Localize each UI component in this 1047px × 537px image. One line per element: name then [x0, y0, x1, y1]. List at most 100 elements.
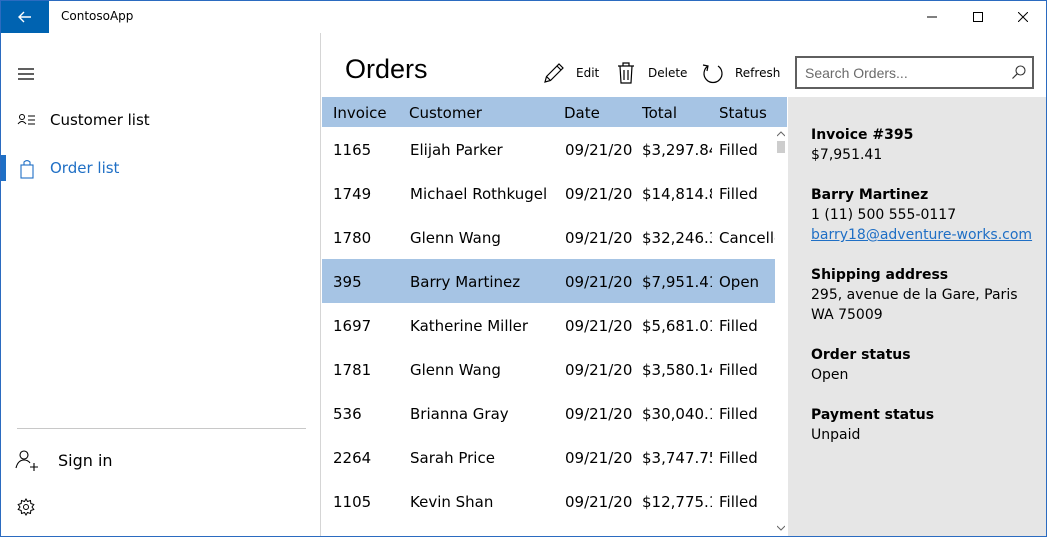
close-icon [1018, 12, 1028, 22]
table-row[interactable]: 1749 Michael Rothkugel 09/21/201 $14,814… [322, 171, 775, 215]
order-status-title: Order status [811, 347, 911, 363]
refresh-label: Refresh [735, 66, 781, 80]
cell-status: Filled [719, 317, 758, 335]
column-header-invoice[interactable]: Invoice [333, 104, 387, 122]
orders-grid-header: Invoice Customer Date Total Status [322, 97, 787, 127]
orders-grid-body: 1165 Elijah Parker 09/21/201 $3,297.84 F… [322, 127, 775, 536]
selection-indicator [1, 155, 6, 181]
cell-status: Cancelled [719, 229, 775, 247]
cell-customer: Glenn Wang [410, 229, 501, 247]
cell-customer: Elijah Parker [410, 141, 503, 159]
cell-date: 09/21/201 [565, 185, 633, 203]
cell-customer: Sarah Price [410, 449, 495, 467]
order-details-panel: Invoice #395 $7,951.41 Barry Martinez 1 … [788, 97, 1046, 536]
minimize-icon [927, 16, 937, 18]
cell-status: Open [719, 273, 760, 291]
delete-label: Delete [648, 66, 688, 80]
column-header-status[interactable]: Status [719, 104, 767, 122]
cell-invoice: 1749 [333, 185, 372, 203]
vertical-scrollbar[interactable] [775, 127, 787, 536]
refresh-icon [701, 61, 725, 85]
cell-invoice: 1781 [333, 361, 372, 379]
gear-icon [17, 498, 35, 516]
customer-phone: 1 (11) 500 555-0117 [811, 207, 957, 223]
nav-item-customer-list[interactable]: Customer list [1, 101, 321, 141]
customer-email-link[interactable]: barry18@adventure-works.com [811, 225, 1032, 245]
minimize-button[interactable] [909, 1, 955, 33]
column-header-date[interactable]: Date [564, 104, 600, 122]
hamburger-menu-button[interactable] [15, 63, 37, 85]
shopping-bag-icon [17, 159, 37, 179]
cell-invoice: 1780 [333, 229, 372, 247]
back-button[interactable] [1, 1, 49, 33]
cell-status: Filled [719, 405, 758, 423]
cell-date: 09/21/201 [565, 493, 633, 511]
nav-divider [17, 428, 306, 429]
cell-invoice: 395 [333, 273, 362, 291]
edit-button[interactable]: Edit [542, 61, 599, 85]
shipping-line-2: WA 75009 [811, 307, 883, 323]
payment-status-value: Unpaid [811, 427, 861, 443]
refresh-button[interactable]: Refresh [701, 61, 780, 85]
cell-date: 09/21/201 [565, 141, 633, 159]
cell-total: $3,580.14 [642, 361, 712, 379]
scroll-down-icon[interactable] [777, 525, 785, 531]
search-input[interactable] [805, 63, 1005, 83]
cell-date: 09/21/201 [565, 273, 633, 291]
settings-button[interactable] [17, 498, 35, 516]
table-row[interactable]: 1105 Kevin Shan 09/21/201 $12,775.15 Fil… [322, 479, 775, 523]
cell-customer: Barry Martinez [410, 273, 521, 291]
cell-invoice: 1165 [333, 141, 372, 159]
customer-name: Barry Martinez [811, 187, 929, 203]
maximize-button[interactable] [955, 1, 1001, 33]
table-row[interactable]: 1697 Katherine Miller 09/21/201 $5,681.0… [322, 303, 775, 347]
cell-total: $3,747.75 [642, 449, 712, 467]
cell-total: $14,814.88 [642, 185, 712, 203]
close-button[interactable] [1000, 1, 1046, 33]
cell-customer: Brianna Gray [410, 405, 509, 423]
cell-date: 09/21/201 [565, 229, 633, 247]
cell-status: Filled [719, 361, 758, 379]
hamburger-icon [18, 68, 34, 80]
cell-status: Filled [719, 185, 758, 203]
navigation-pane: Customer list Order list Sign in [1, 33, 321, 536]
cell-total: $30,040.19 [642, 405, 712, 423]
cell-customer: Glenn Wang [410, 361, 501, 379]
cell-customer: Katherine Miller [410, 317, 529, 335]
sign-in-button[interactable]: Sign in [1, 440, 321, 480]
cell-status: Filled [719, 141, 758, 159]
column-header-total[interactable]: Total [642, 104, 677, 122]
table-row[interactable]: 1780 Glenn Wang 09/21/201 $32,246.39 Can… [322, 215, 775, 259]
cell-status: Filled [719, 449, 758, 467]
scroll-up-icon[interactable] [777, 131, 785, 137]
table-row[interactable]: 1781 Glenn Wang 09/21/201 $3,580.14 Fill… [322, 347, 775, 391]
table-row[interactable]: 536 Brianna Gray 09/21/201 $30,040.19 Fi… [322, 391, 775, 435]
page-title: Orders [345, 54, 428, 84]
column-header-customer[interactable]: Customer [409, 104, 482, 122]
table-row-selected[interactable]: 395 Barry Martinez 09/21/201 $7,951.41 O… [322, 259, 775, 303]
cell-customer: Kevin Shan [410, 493, 494, 511]
cell-date: 09/21/201 [565, 361, 633, 379]
search-box[interactable] [795, 56, 1034, 89]
sign-in-label: Sign in [58, 451, 113, 470]
nav-item-label: Customer list [50, 111, 150, 129]
invoice-total: $7,951.41 [811, 147, 883, 163]
scroll-thumb[interactable] [777, 141, 785, 153]
table-row[interactable]: 2264 Sarah Price 09/21/201 $3,747.75 Fil… [322, 435, 775, 479]
cell-date: 09/21/201 [565, 449, 633, 467]
invoice-section: Invoice #395 $7,951.41 [811, 125, 913, 165]
table-row[interactable]: 1165 Elijah Parker 09/21/201 $3,297.84 F… [322, 127, 775, 171]
cell-total: $12,775.15 [642, 493, 712, 511]
shipping-line-1: 295, avenue de la Gare, Paris [811, 287, 1018, 303]
nav-item-order-list[interactable]: Order list [1, 149, 321, 189]
shipping-title: Shipping address [811, 267, 949, 283]
payment-status-title: Payment status [811, 407, 935, 423]
app-title: ContosoApp [61, 9, 134, 23]
orders-page: Orders Edit Delete Refresh Invoice Custo… [322, 33, 787, 536]
add-person-icon [15, 448, 39, 472]
delete-button[interactable]: Delete [614, 61, 687, 85]
cell-invoice: 1105 [333, 493, 372, 511]
cell-date: 09/21/201 [565, 317, 633, 335]
order-status-value: Open [811, 367, 849, 383]
search-icon[interactable] [1011, 64, 1027, 80]
